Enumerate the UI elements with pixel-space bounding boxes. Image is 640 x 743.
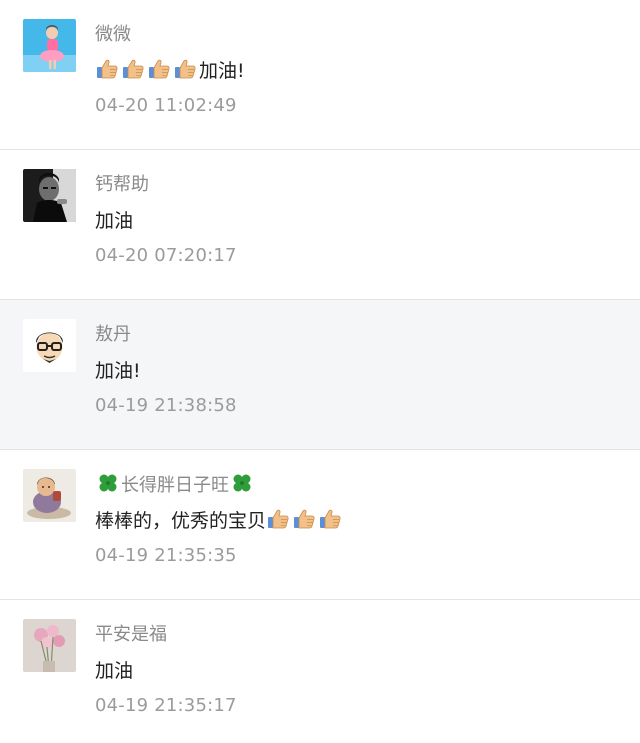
girl-photo-avatar[interactable] xyxy=(23,19,76,72)
comment-text: 加油! xyxy=(95,360,141,382)
comment-list: 微微 加油! 04-20 11:02:49 钙帮助 加油 04-20 07:20… xyxy=(0,0,640,743)
four-leaf-clover-icon xyxy=(97,472,119,494)
comment-text: 棒棒的，优秀的宝贝 xyxy=(95,507,344,535)
thumbs-up-icon xyxy=(318,507,342,531)
man-photo-avatar[interactable] xyxy=(23,169,76,222)
comment-timestamp: 04-19 21:35:17 xyxy=(95,695,237,716)
comment-item: 敖丹 加油! 04-19 21:38:58 xyxy=(0,300,640,450)
comment-item: 长得胖日子旺 棒棒的，优秀的宝贝 04-19 21:35:35 xyxy=(0,450,640,600)
comment-timestamp: 04-20 11:02:49 xyxy=(95,95,237,116)
comment-timestamp: 04-19 21:35:35 xyxy=(95,545,237,566)
commenter-name[interactable]: 微微 xyxy=(95,22,131,48)
thumbs-up-icon xyxy=(266,507,290,531)
comment-text: 加油 xyxy=(95,210,134,232)
commenter-name[interactable]: 敖丹 xyxy=(95,322,131,348)
thumbs-up-icon xyxy=(147,57,171,81)
cartoon-face-avatar[interactable] xyxy=(23,319,76,372)
comment-text: 加油 xyxy=(95,660,134,682)
flower-photo-avatar[interactable] xyxy=(23,619,76,672)
comment-timestamp: 04-19 21:38:58 xyxy=(95,395,237,416)
comment-text: 加油! xyxy=(95,57,245,85)
comment-item: 微微 加油! 04-20 11:02:49 xyxy=(0,0,640,150)
thumbs-up-icon xyxy=(121,57,145,81)
thumbs-up-icon xyxy=(173,57,197,81)
commenter-name[interactable]: 钙帮助 xyxy=(95,172,149,198)
comment-text-suffix: 加油! xyxy=(199,60,245,82)
thumbs-up-icon xyxy=(95,57,119,81)
four-leaf-clover-icon xyxy=(231,472,253,494)
figurine-photo-avatar[interactable] xyxy=(23,469,76,522)
comment-item: 钙帮助 加油 04-20 07:20:17 xyxy=(0,150,640,300)
comment-timestamp: 04-20 07:20:17 xyxy=(95,245,237,266)
commenter-name-text: 长得胖日子旺 xyxy=(121,475,229,496)
comment-item: 平安是福 加油 04-19 21:35:17 xyxy=(0,600,640,743)
commenter-name[interactable]: 平安是福 xyxy=(95,622,167,648)
commenter-name[interactable]: 长得胖日子旺 xyxy=(95,472,255,499)
comment-text-body: 棒棒的，优秀的宝贝 xyxy=(95,510,267,532)
thumbs-up-icon xyxy=(292,507,316,531)
